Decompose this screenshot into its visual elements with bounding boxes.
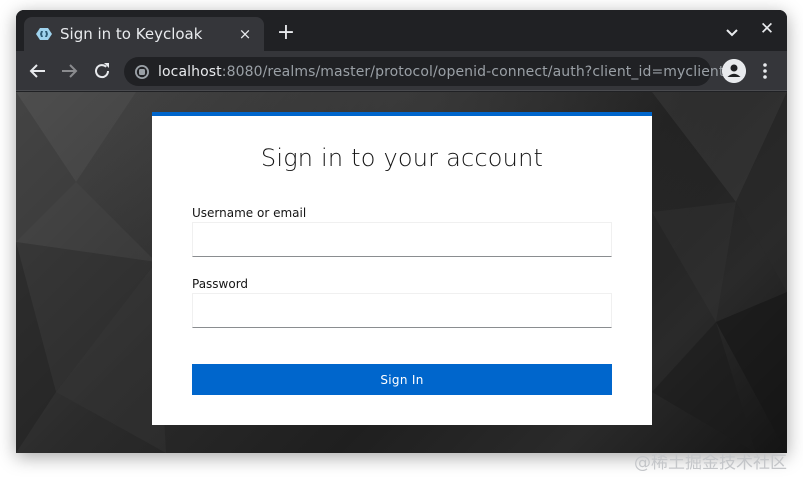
page-viewport: Sign in to your account Username or emai… [16,92,787,453]
browser-toolbar: localhost:8080/realms/master/protocol/op… [16,51,787,91]
username-field[interactable] [192,222,612,257]
chevron-down-icon[interactable] [723,23,741,41]
tab-close-icon[interactable]: × [236,25,254,43]
profile-icon[interactable] [722,59,746,83]
url-host: localhost [158,63,222,80]
new-tab-plus-icon[interactable]: + [274,21,298,45]
tab-strip: Sign in to Keycloak × + ✕ [16,10,787,51]
username-label: Username or email [192,206,307,220]
keycloak-favicon-icon [36,26,52,42]
password-field[interactable] [192,293,612,328]
reload-icon[interactable] [91,60,113,82]
forward-arrow-icon[interactable] [58,60,80,82]
password-label: Password [192,277,249,291]
browser-window: Sign in to Keycloak × + ✕ localhost:8080… [16,10,787,453]
address-bar[interactable]: localhost:8080/realms/master/protocol/op… [124,57,724,86]
page-title: Sign in to your account [260,144,544,172]
login-card: Sign in to your account Username or emai… [152,112,652,425]
watermark: @稀土掘金技术社区 [634,453,787,473]
more-vert-icon[interactable] [758,61,772,81]
sign-in-button[interactable]: Sign In [192,364,612,395]
url-text: localhost:8080/realms/master/protocol/op… [158,64,724,80]
url-path: :8080/realms/master/protocol/openid-conn… [221,63,725,80]
tab-title: Sign in to Keycloak [60,25,203,43]
back-arrow-icon[interactable] [27,60,49,82]
tab-active[interactable]: Sign in to Keycloak × [24,17,264,51]
window-close-icon[interactable]: ✕ [757,19,777,41]
site-info-icon[interactable] [134,64,150,80]
